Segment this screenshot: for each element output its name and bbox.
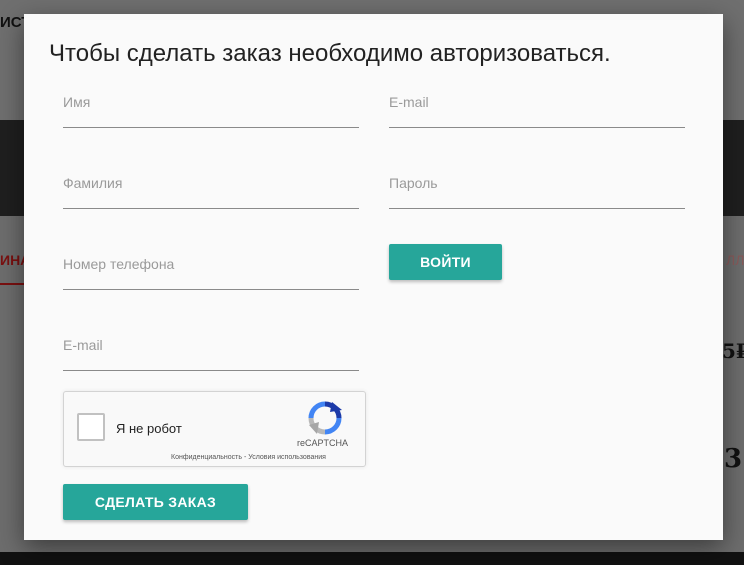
recaptcha-widget: Я не робот reCAPTCHA Конфиденциальность … bbox=[63, 391, 366, 467]
surname-field-label: Фамилия bbox=[63, 175, 123, 191]
recaptcha-terms-link[interactable]: Конфиденциальность - Условия использован… bbox=[171, 454, 326, 461]
name-field[interactable]: Имя bbox=[63, 87, 359, 128]
phone-field-label: Номер телефона bbox=[63, 256, 175, 272]
name-field-label: Имя bbox=[63, 94, 91, 110]
login-email-field[interactable]: E-mail bbox=[389, 87, 685, 128]
page-price-1: 5₽ bbox=[722, 339, 744, 363]
page-tab-underline bbox=[0, 283, 24, 285]
order-email-field-label: E-mail bbox=[63, 337, 103, 353]
surname-field[interactable]: Фамилия bbox=[63, 168, 359, 209]
recaptcha-label: Я не робот bbox=[116, 421, 182, 436]
login-button[interactable]: Войти bbox=[389, 244, 502, 280]
page-price-2: 3 bbox=[724, 444, 743, 474]
phone-field[interactable]: Номер телефона bbox=[63, 249, 359, 290]
recaptcha-brand: reCAPTCHA bbox=[297, 438, 349, 448]
recaptcha-checkbox[interactable] bbox=[77, 413, 105, 441]
auth-modal: Чтобы сделать заказ необходимо авторизов… bbox=[24, 14, 723, 540]
recaptcha-icon bbox=[308, 401, 342, 435]
page-footer bbox=[0, 552, 744, 565]
place-order-button[interactable]: Сделать заказ bbox=[63, 484, 248, 520]
password-field-label: Пароль bbox=[389, 175, 438, 191]
login-email-field-label: E-mail bbox=[389, 94, 429, 110]
password-field[interactable]: Пароль bbox=[389, 168, 685, 209]
order-email-field[interactable]: E-mail bbox=[63, 330, 359, 371]
page-tab-right: ЛЛ bbox=[726, 252, 744, 268]
modal-title: Чтобы сделать заказ необходимо авторизов… bbox=[49, 40, 611, 67]
